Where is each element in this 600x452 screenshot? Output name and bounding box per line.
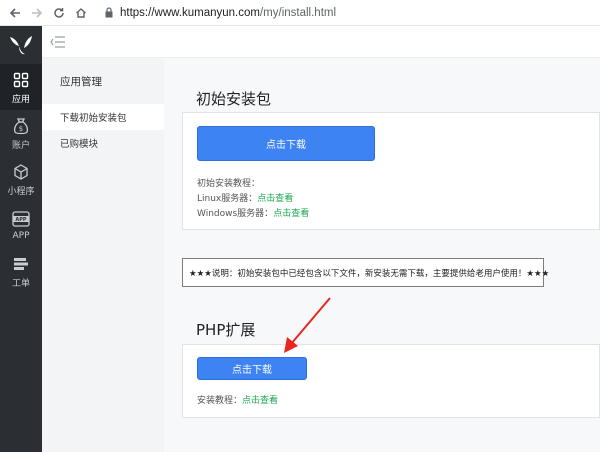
windows-tutorial-link[interactable]: 点击查看	[273, 209, 309, 219]
svg-text:APP: APP	[15, 217, 27, 223]
notice-banner: ★★★说明：初始安装包中已经包含以下文件，新安装无需下载，主要提供给老用户使用！…	[182, 258, 549, 287]
sidebar-item-miniprogram[interactable]: 小程序	[0, 156, 42, 202]
subnav-item-label: 已购模块	[60, 139, 99, 150]
subnav-item-purchased-modules[interactable]: 已购模块	[42, 130, 164, 156]
home-icon[interactable]	[70, 2, 92, 24]
sidebar-item-ticket[interactable]: 工单	[0, 248, 42, 294]
brand-logo-icon[interactable]	[0, 26, 42, 64]
grid-icon	[13, 70, 29, 90]
menu-collapse-icon[interactable]	[48, 32, 68, 52]
windows-tutorial-line: Windows服务器：点击查看	[197, 206, 309, 219]
php-tutorial-link[interactable]: 点击查看	[242, 396, 278, 406]
sidebar-item-account[interactable]: $ 账户	[0, 110, 42, 156]
download-php-button[interactable]: 点击下载	[197, 357, 307, 380]
install-section-title: 初始安装包	[196, 90, 272, 108]
arrow-right-icon[interactable]	[26, 2, 48, 24]
sidebar-item-label: 工单	[11, 278, 30, 289]
sidebar-item-label: 应用	[11, 94, 30, 105]
app-icon: APP	[12, 209, 30, 229]
sidebar-item-app[interactable]: APP APP	[0, 202, 42, 248]
php-tutorial-line: 安装教程：点击查看	[197, 393, 278, 406]
sidebar-item-apps[interactable]: 应用	[0, 64, 42, 110]
sub-navigation: 应用管理 下载初始安装包 已购模块	[42, 58, 164, 452]
reload-icon[interactable]	[48, 2, 70, 24]
cube-icon	[13, 162, 29, 182]
url-host: https://www.kumanyun.com	[120, 6, 260, 19]
php-card: 点击下载 安装教程：点击查看	[182, 344, 600, 418]
url-path: /my/install.html	[259, 6, 337, 19]
money-bag-icon: $	[13, 116, 29, 136]
install-card: 点击下载 初始安装教程： Linux服务器：点击查看 Windows服务器：点击…	[182, 112, 600, 230]
browser-toolbar: https://www.kumanyun.com/my/install.html	[0, 0, 600, 26]
top-header	[42, 26, 600, 58]
subnav-item-download-installer[interactable]: 下载初始安装包	[42, 104, 164, 130]
php-section-title: PHP扩展	[196, 321, 256, 339]
ticket-icon	[13, 254, 29, 274]
linux-tutorial-line: Linux服务器：点击查看	[197, 191, 293, 204]
lock-icon[interactable]	[102, 6, 116, 20]
arrow-left-icon[interactable]	[4, 2, 26, 24]
php-tutorial-label: 安装教程：	[197, 396, 243, 406]
sidebar-item-label: APP	[12, 231, 30, 241]
sidebar-item-label: 账户	[11, 140, 30, 151]
download-installer-button[interactable]: 点击下载	[197, 126, 375, 161]
main-content: 初始安装包 点击下载 初始安装教程： Linux服务器：点击查看 Windows…	[164, 58, 600, 452]
address-bar[interactable]: https://www.kumanyun.com/my/install.html	[120, 7, 336, 19]
main-sidebar: 应用 $ 账户 小程序 APP APP 工单	[0, 26, 42, 452]
subnav-item-label: 下载初始安装包	[60, 113, 127, 124]
svg-text:$: $	[19, 125, 23, 133]
linux-label: Linux服务器：	[197, 194, 258, 204]
install-tutorial-label: 初始安装教程：	[197, 179, 261, 189]
linux-tutorial-link[interactable]: 点击查看	[257, 194, 293, 204]
sidebar-item-label: 小程序	[7, 186, 35, 197]
subnav-title: 应用管理	[60, 75, 102, 88]
windows-label: Windows服务器：	[197, 209, 274, 219]
